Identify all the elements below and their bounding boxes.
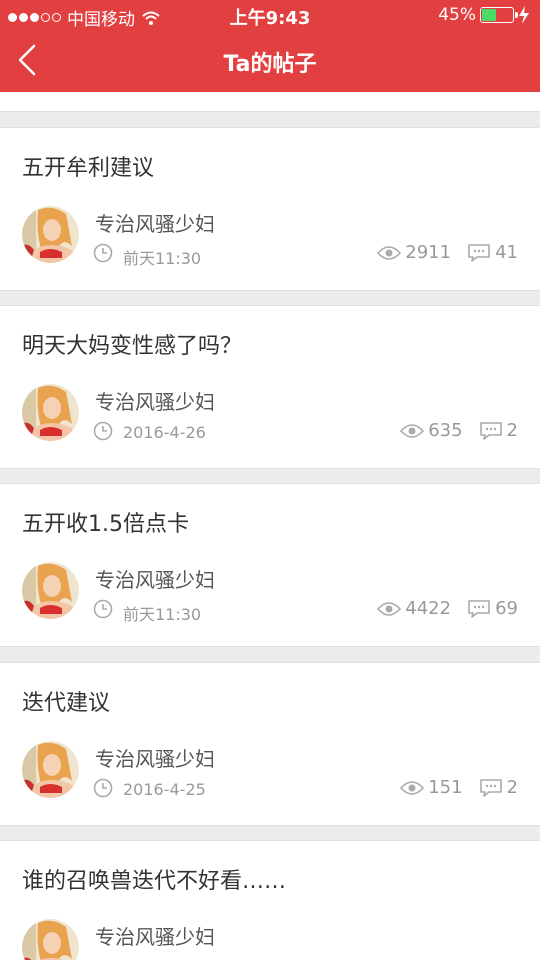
post-card[interactable]: 迭代建议 专治风骚少妇 2016-4-25 151 2 [0, 662, 540, 826]
view-count: 151 [428, 777, 463, 798]
author-name[interactable]: 专治风骚少妇 [95, 208, 215, 237]
post-title[interactable]: 五开收1.5倍点卡 [22, 506, 189, 538]
clock-icon [93, 421, 113, 441]
post-card[interactable]: 五开收1.5倍点卡 专治风骚少妇 前天11:30 4422 69 [0, 483, 540, 647]
comment-count: 41 [495, 242, 518, 263]
post-card[interactable]: 五开牟利建议 专治风骚少妇 前天11:30 2911 41 [0, 127, 540, 291]
author-name[interactable]: 专治风骚少妇 [95, 921, 215, 950]
post-card[interactable]: 谁的召唤兽迭代不好看…… 专治风骚少妇 [0, 840, 540, 960]
post-time: 前天11:30 [123, 249, 202, 268]
comment-icon [468, 599, 490, 618]
avatar[interactable] [22, 919, 79, 960]
author-name[interactable]: 专治风骚少妇 [95, 743, 215, 772]
status-right: 45% [438, 5, 530, 25]
comment-icon [479, 778, 502, 797]
eye-icon [400, 423, 425, 438]
list-top-strip [0, 92, 540, 112]
clock-icon [93, 599, 113, 619]
author-name[interactable]: 专治风骚少妇 [95, 386, 215, 415]
battery-icon [480, 7, 518, 23]
header: 中国移动 上午9:43 45% Ta的帖子 [0, 0, 540, 92]
post-time: 2016-4-26 [123, 423, 206, 442]
post-stats: 4422 69 [377, 598, 518, 619]
post-list[interactable]: 五开牟利建议 专治风骚少妇 前天11:30 2911 41 明天大妈变性感了吗？… [0, 92, 540, 960]
clock-icon [93, 243, 113, 263]
avatar[interactable] [22, 384, 79, 441]
post-time: 前天11:30 [123, 605, 202, 624]
avatar[interactable] [22, 206, 79, 263]
view-count: 635 [428, 420, 463, 441]
post-stats: 635 2 [400, 420, 518, 441]
comment-count: 69 [495, 598, 518, 619]
eye-icon [400, 780, 425, 795]
eye-icon [377, 601, 402, 616]
avatar[interactable] [22, 562, 79, 619]
author-name[interactable]: 专治风骚少妇 [95, 564, 215, 593]
comment-count: 2 [506, 420, 518, 441]
post-title[interactable]: 迭代建议 [22, 685, 110, 717]
post-title[interactable]: 明天大妈变性感了吗？ [22, 328, 242, 360]
post-stats: 151 2 [400, 777, 518, 798]
battery-percent: 45% [438, 5, 476, 25]
status-bar: 中国移动 上午9:43 45% [0, 0, 540, 30]
comment-icon [468, 243, 490, 262]
comment-icon [479, 421, 502, 440]
view-count: 4422 [405, 598, 452, 619]
page-title: Ta的帖子 [223, 52, 317, 77]
post-title[interactable]: 五开牟利建议 [22, 150, 154, 182]
avatar[interactable] [22, 741, 79, 798]
post-time: 2016-4-25 [123, 780, 206, 799]
battery-level [482, 9, 496, 21]
eye-icon [377, 245, 402, 260]
post-card[interactable]: 明天大妈变性感了吗？ 专治风骚少妇 2016-4-26 635 2 [0, 305, 540, 469]
post-stats: 2911 41 [377, 242, 518, 263]
view-count: 2911 [405, 242, 452, 263]
charging-icon [519, 6, 529, 24]
comment-count: 2 [506, 777, 518, 798]
clock-icon [93, 778, 113, 798]
post-title[interactable]: 谁的召唤兽迭代不好看…… [22, 863, 286, 895]
